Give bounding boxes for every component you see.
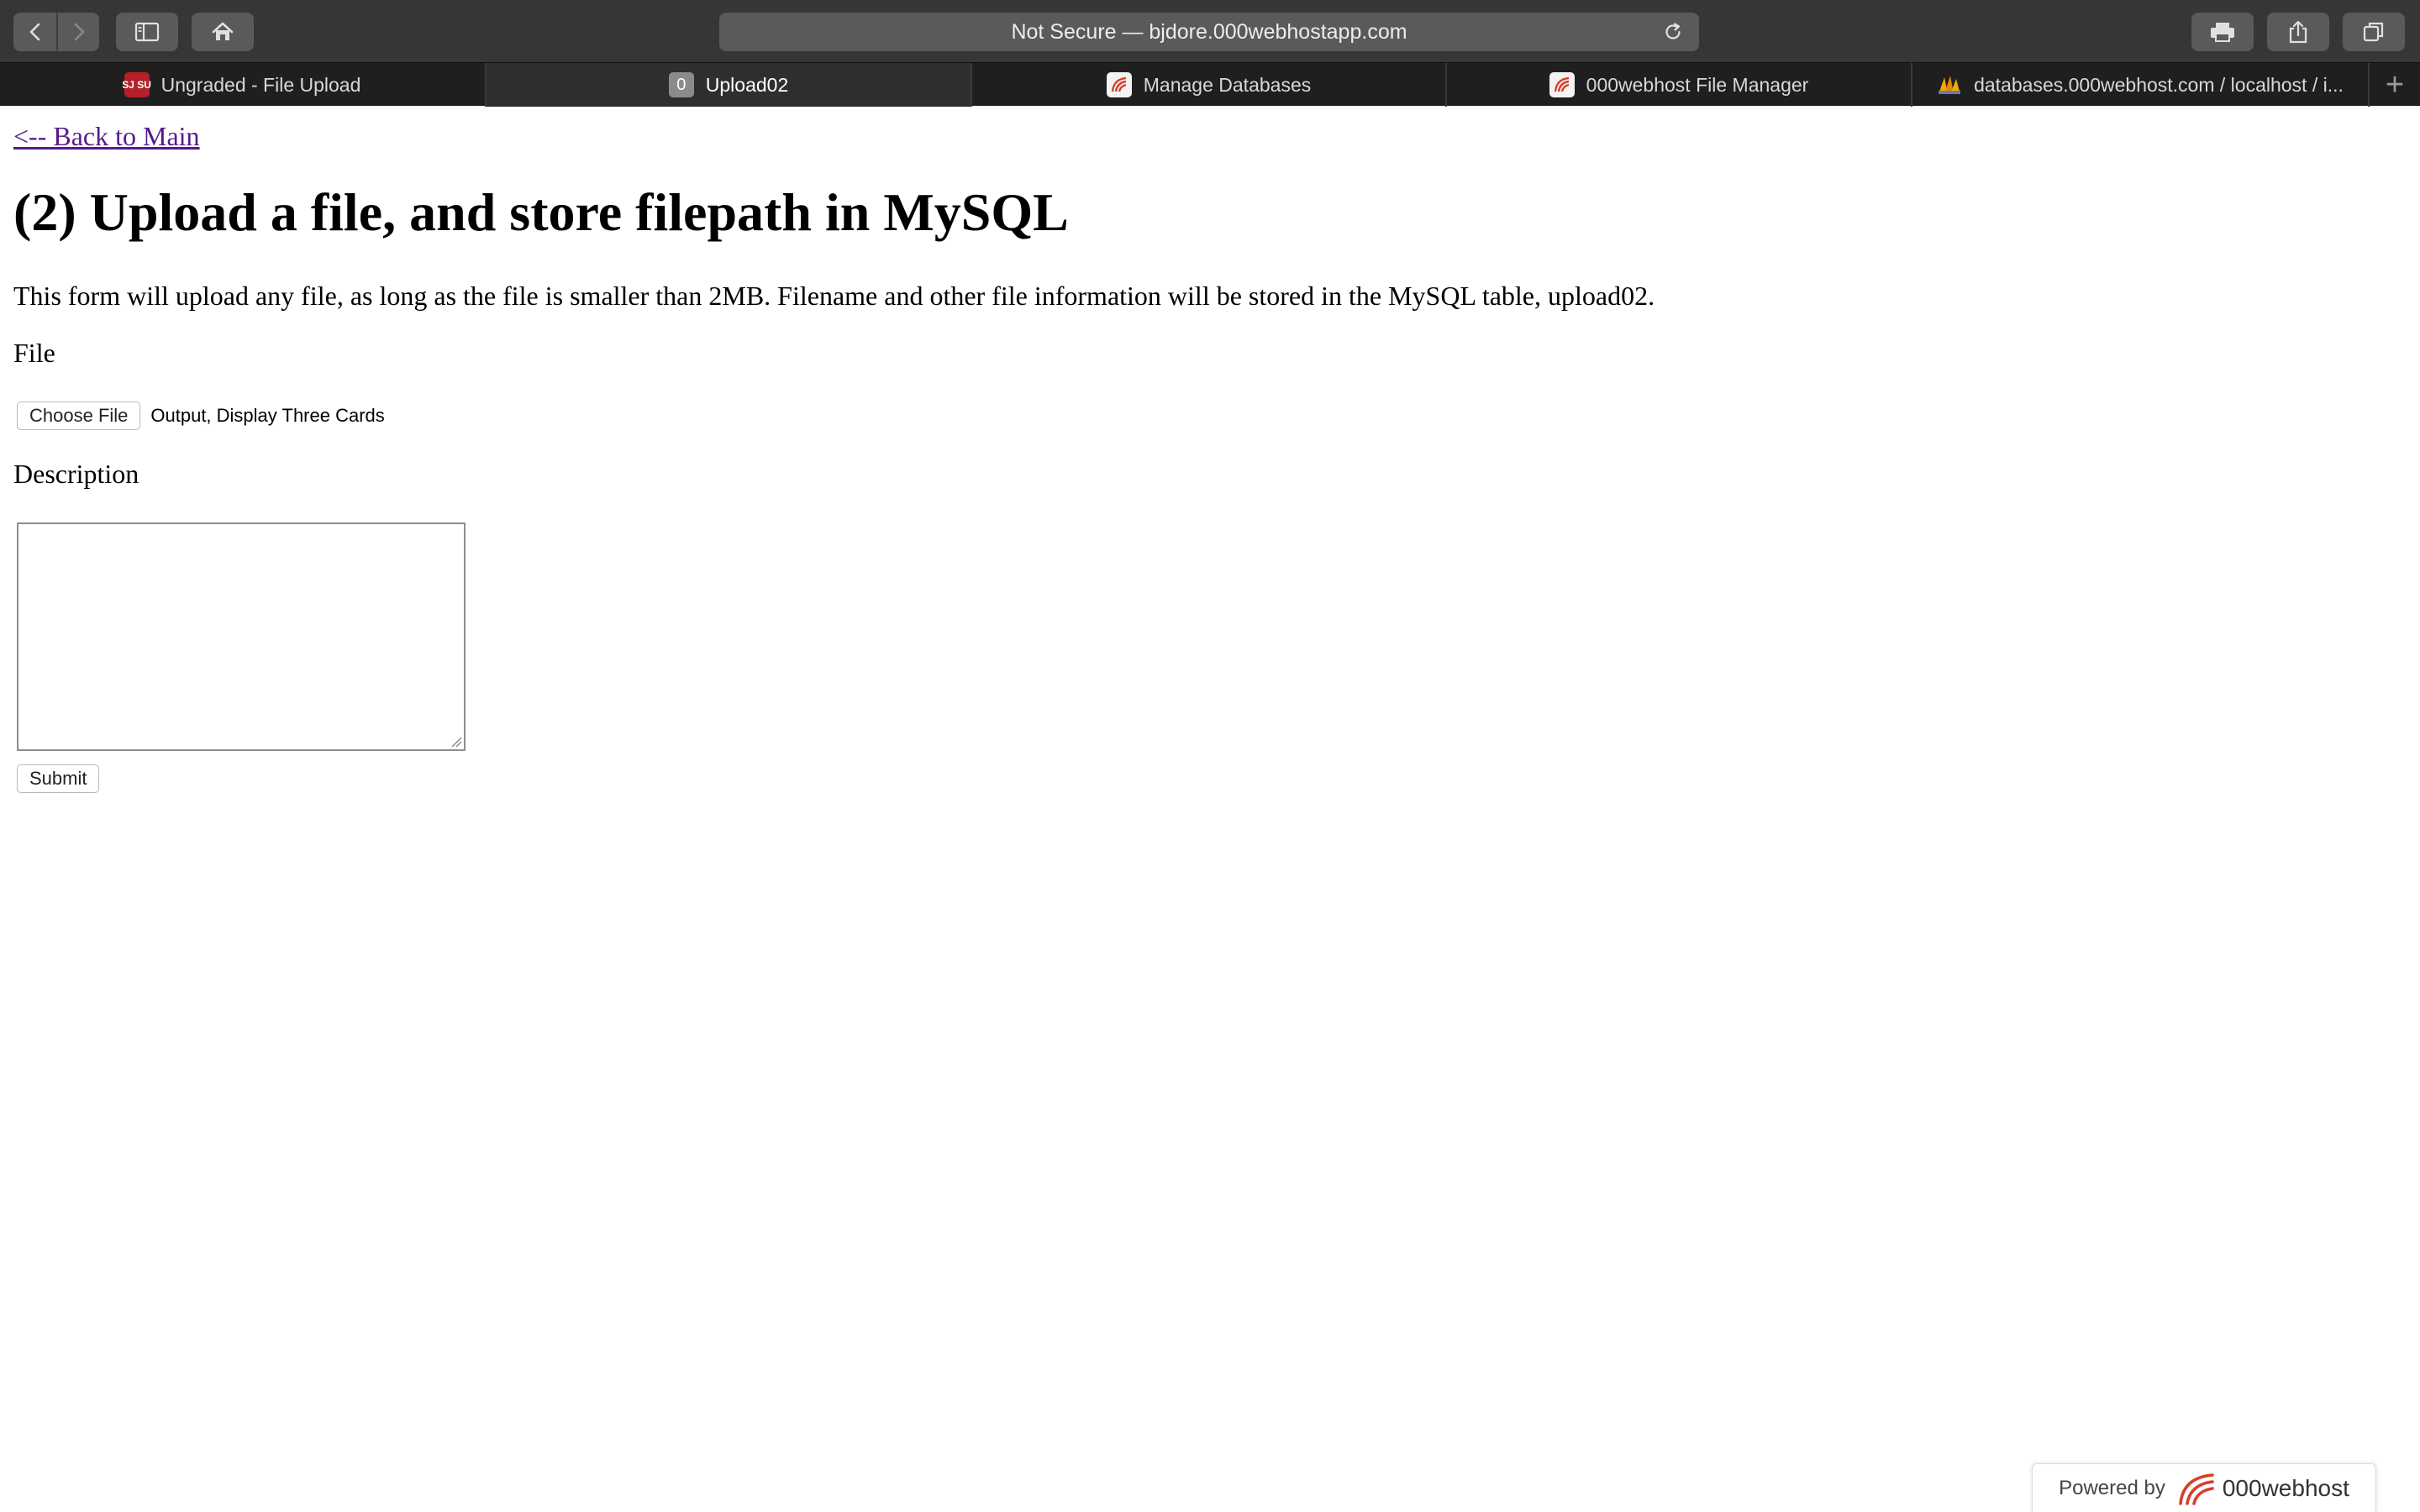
home-button[interactable] xyxy=(192,13,254,51)
tab-phpmyadmin[interactable]: databases.000webhost.com / localhost / i… xyxy=(1912,63,2370,107)
description-label: Description xyxy=(13,459,139,489)
tab-label: Ungraded - File Upload xyxy=(160,73,361,96)
tab-label: databases.000webhost.com / localhost / i… xyxy=(1974,73,2344,96)
print-button[interactable] xyxy=(2191,13,2254,51)
phpmyadmin-icon xyxy=(1937,72,1962,97)
address-bar[interactable]: Not Secure — bjdore.000webhostapp.com xyxy=(719,13,1699,51)
share-button[interactable] xyxy=(2267,13,2329,51)
sidebar-icon xyxy=(134,22,160,42)
badge-icon: 0 xyxy=(668,72,694,97)
share-icon xyxy=(2289,20,2307,44)
000webhost-icon xyxy=(1549,72,1575,97)
chosen-file-name: Output, Display Three Cards xyxy=(150,405,385,426)
address-text: Not Secure — bjdore.000webhostapp.com xyxy=(1011,19,1407,44)
tab-label: Upload02 xyxy=(705,73,789,96)
new-tab-button[interactable]: + xyxy=(2370,63,2420,107)
back-button[interactable] xyxy=(13,13,56,51)
browser-toolbar: Not Secure — bjdore.000webhostapp.com xyxy=(0,0,2420,62)
tab-bar: SJ SU Ungraded - File Upload 0 Upload02 … xyxy=(0,62,2420,107)
forward-button[interactable] xyxy=(56,13,99,51)
powered-by-badge[interactable]: Powered by 000webhost xyxy=(2032,1463,2376,1512)
chevron-left-icon xyxy=(29,23,39,41)
tab-upload02[interactable]: 0 Upload02 xyxy=(487,63,972,107)
brand-name: 000webhost xyxy=(2222,1474,2349,1501)
resize-grip-icon[interactable] xyxy=(450,736,462,748)
tab-manage-databases[interactable]: Manage Databases xyxy=(972,63,1447,107)
000webhost-icon xyxy=(1106,72,1132,97)
back-to-main-link[interactable]: <-- Back to Main xyxy=(13,121,200,152)
sjsu-icon: SJ SU xyxy=(122,72,151,97)
home-icon xyxy=(212,22,234,40)
description-textarea[interactable] xyxy=(17,522,466,751)
file-input: Choose File Output, Display Three Cards xyxy=(17,402,385,430)
file-label: File xyxy=(13,338,55,368)
000webhost-logo-icon xyxy=(2179,1473,2214,1505)
tab-overview-icon xyxy=(2363,22,2384,42)
intro-text: This form will upload any file, as long … xyxy=(13,281,1655,311)
choose-file-button[interactable]: Choose File xyxy=(17,402,141,430)
reload-icon[interactable] xyxy=(1662,21,1684,43)
tab-label: 000webhost File Manager xyxy=(1586,73,1809,96)
tab-000webhost-file-manager[interactable]: 000webhost File Manager xyxy=(1447,63,1912,107)
page-content: <-- Back to Main (2) Upload a file, and … xyxy=(0,106,2420,1512)
page-title: (2) Upload a file, and store filepath in… xyxy=(13,182,1069,242)
tab-label: Manage Databases xyxy=(1143,73,1312,96)
tab-ungraded-file-upload[interactable]: SJ SU Ungraded - File Upload xyxy=(0,63,487,107)
submit-button[interactable]: Submit xyxy=(17,764,100,793)
tab-overview-button[interactable] xyxy=(2343,13,2405,51)
chevron-right-icon xyxy=(74,23,84,41)
navigation-buttons xyxy=(13,13,99,51)
sidebar-toggle-button[interactable] xyxy=(116,13,178,51)
printer-icon xyxy=(2211,23,2234,42)
powered-by-text: Powered by xyxy=(2059,1476,2165,1499)
